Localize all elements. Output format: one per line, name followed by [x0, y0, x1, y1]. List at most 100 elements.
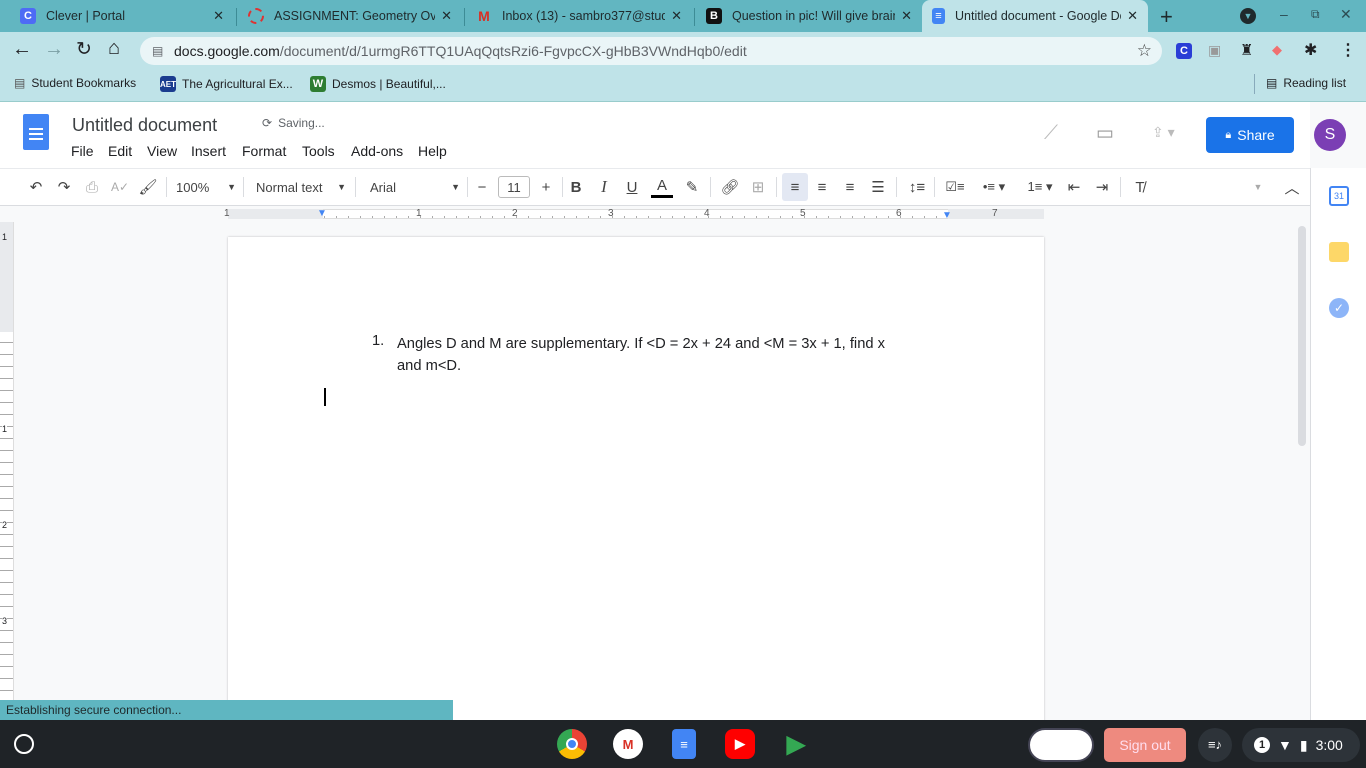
bookmark-star-icon[interactable]: ☆: [1137, 37, 1152, 65]
desks-preview[interactable]: [1028, 728, 1094, 762]
home-button[interactable]: ⌂: [108, 37, 120, 60]
avatar[interactable]: S: [1314, 119, 1346, 151]
close-window-button[interactable]: ✕: [1340, 6, 1352, 23]
screencastify-icon[interactable]: ◆: [1272, 42, 1282, 58]
increase-font-size-button[interactable]: +: [536, 176, 556, 198]
tab-google-docs[interactable]: ≡ Untitled document - Google Do ✕: [922, 0, 1148, 32]
increase-indent-icon[interactable]: ⇥: [1092, 176, 1112, 198]
decrease-indent-icon[interactable]: ⇤: [1064, 176, 1084, 198]
bookmark-agricultural[interactable]: AET The Agricultural Ex...: [160, 76, 293, 92]
menu-insert[interactable]: Insert: [191, 143, 226, 159]
calendar-icon[interactable]: 31: [1329, 186, 1349, 206]
bookmark-folder-student[interactable]: ▤ Student Bookmarks: [14, 76, 136, 90]
close-icon[interactable]: ✕: [441, 8, 452, 24]
italic-button[interactable]: I: [594, 176, 614, 198]
address-bar[interactable]: ▤ docs.google.com/document/d/1urmgR6TTQ1…: [140, 37, 1162, 65]
launcher-button[interactable]: [14, 734, 34, 754]
reading-list-button[interactable]: ▤ Reading list: [1266, 76, 1346, 90]
document-page[interactable]: 1. Angles D and M are supplementary. If …: [228, 237, 1044, 737]
aet-icon: AET: [160, 76, 176, 92]
more-menu-icon[interactable]: ⋮: [1340, 40, 1356, 60]
tasks-icon[interactable]: ✓: [1329, 298, 1349, 318]
clear-formatting-icon[interactable]: T̸: [1130, 176, 1150, 198]
justify-icon[interactable]: ☰: [868, 176, 888, 198]
align-left-icon[interactable]: ≡: [782, 173, 808, 201]
activity-dashboard-icon[interactable]: ⟋: [1044, 122, 1058, 145]
bookmark-desmos[interactable]: W Desmos | Beautiful,...: [310, 76, 446, 92]
checklist-icon[interactable]: ☑≡: [944, 176, 966, 198]
document-title[interactable]: Untitled document: [72, 115, 217, 136]
undo-icon[interactable]: ↶: [26, 176, 46, 198]
reload-button[interactable]: ↻: [76, 38, 92, 61]
status-tray[interactable]: 1 ▼ ▮ 3:00: [1242, 728, 1360, 762]
style-value: Normal text: [256, 179, 323, 195]
menu-addons[interactable]: Add-ons: [351, 143, 403, 159]
close-icon[interactable]: ✕: [671, 8, 682, 24]
clever-extension-icon[interactable]: C: [1176, 43, 1192, 59]
insert-link-icon[interactable]: 🔗︎: [720, 176, 740, 198]
tab-clever[interactable]: C Clever | Portal ✕: [10, 0, 234, 32]
print-icon[interactable]: ⎙: [82, 176, 102, 198]
close-icon[interactable]: ✕: [1127, 8, 1138, 24]
menu-view[interactable]: View: [147, 143, 177, 159]
docs-app-icon[interactable]: ≡: [672, 729, 696, 759]
add-comment-icon[interactable]: ⊞: [748, 176, 768, 198]
minimize-button[interactable]: –: [1280, 6, 1288, 22]
scrollbar-thumb[interactable]: [1298, 226, 1306, 446]
underline-button[interactable]: U: [622, 176, 642, 198]
tab-assignment[interactable]: ASSIGNMENT: Geometry Over ✕: [238, 0, 462, 32]
decrease-font-size-button[interactable]: −: [472, 176, 492, 198]
menu-tools[interactable]: Tools: [302, 143, 335, 159]
text-color-button[interactable]: A: [651, 176, 673, 198]
extension-icon[interactable]: ♜: [1240, 41, 1253, 59]
font-size-input[interactable]: 11: [498, 176, 530, 198]
play-store-app-icon[interactable]: ▶: [781, 729, 811, 759]
chrome-app-icon[interactable]: [557, 729, 587, 759]
spellcheck-icon[interactable]: A✓: [110, 176, 130, 198]
tab-title: ASSIGNMENT: Geometry Over: [274, 9, 436, 23]
tab-gmail[interactable]: M Inbox (13) - sambro377@stud ✕: [466, 0, 692, 32]
align-right-icon[interactable]: ≡: [840, 176, 860, 198]
share-button[interactable]: 🔒︎ Share: [1206, 117, 1294, 153]
menu-format[interactable]: Format: [242, 143, 286, 159]
tab-search-icon[interactable]: ▼: [1240, 8, 1256, 24]
extension-icon[interactable]: ▣: [1208, 42, 1221, 59]
tab-brainly[interactable]: B Question in pic! Will give brain ✕: [696, 0, 922, 32]
right-indent-marker[interactable]: ▼: [942, 210, 952, 221]
present-icon[interactable]: ⇪ ▾: [1152, 124, 1175, 141]
bold-button[interactable]: B: [566, 176, 586, 198]
menu-help[interactable]: Help: [418, 143, 447, 159]
bulleted-list-icon[interactable]: •≡ ▾: [974, 176, 1014, 198]
docs-logo-icon[interactable]: [23, 114, 49, 150]
media-controls-icon[interactable]: ≡♪: [1198, 728, 1232, 762]
menu-edit[interactable]: Edit: [108, 143, 132, 159]
keep-icon[interactable]: [1329, 242, 1349, 262]
highlight-color-icon[interactable]: ✎: [682, 176, 702, 198]
paint-format-icon[interactable]: 🖌︎: [138, 176, 158, 198]
redo-icon[interactable]: ↷: [54, 176, 74, 198]
extensions-puzzle-icon[interactable]: ✱: [1304, 40, 1317, 60]
youtube-app-icon[interactable]: ▶: [725, 729, 755, 759]
sign-out-button[interactable]: Sign out: [1104, 728, 1186, 762]
hide-menus-icon[interactable]: ︿: [1282, 176, 1302, 198]
comments-icon[interactable]: ▭: [1096, 122, 1114, 145]
list-item-text[interactable]: Angles D and M are supplementary. If <D …: [397, 333, 957, 377]
chevron-down-icon[interactable]: ▼: [1250, 176, 1266, 198]
menu-file[interactable]: File: [71, 143, 94, 159]
close-icon[interactable]: ✕: [213, 8, 224, 24]
wifi-icon: ▼: [1278, 737, 1292, 753]
gmail-app-icon[interactable]: M: [613, 729, 643, 759]
numbered-list-icon[interactable]: 1≡ ▾: [1020, 176, 1060, 198]
site-info-icon[interactable]: ▤: [152, 37, 163, 65]
align-center-icon[interactable]: ≡: [812, 176, 832, 198]
line-spacing-icon[interactable]: ↕≡: [906, 176, 928, 198]
left-indent-marker[interactable]: ▼: [317, 208, 327, 219]
back-button[interactable]: ←: [12, 38, 32, 61]
zoom-select[interactable]: 100% ▼: [176, 176, 236, 198]
style-select[interactable]: Normal text ▼: [256, 176, 346, 198]
forward-button[interactable]: →: [44, 38, 64, 61]
new-tab-button[interactable]: +: [1160, 4, 1173, 30]
restore-button[interactable]: ⧉: [1311, 7, 1320, 22]
close-icon[interactable]: ✕: [901, 8, 912, 24]
font-select[interactable]: Arial ▼: [370, 176, 460, 198]
